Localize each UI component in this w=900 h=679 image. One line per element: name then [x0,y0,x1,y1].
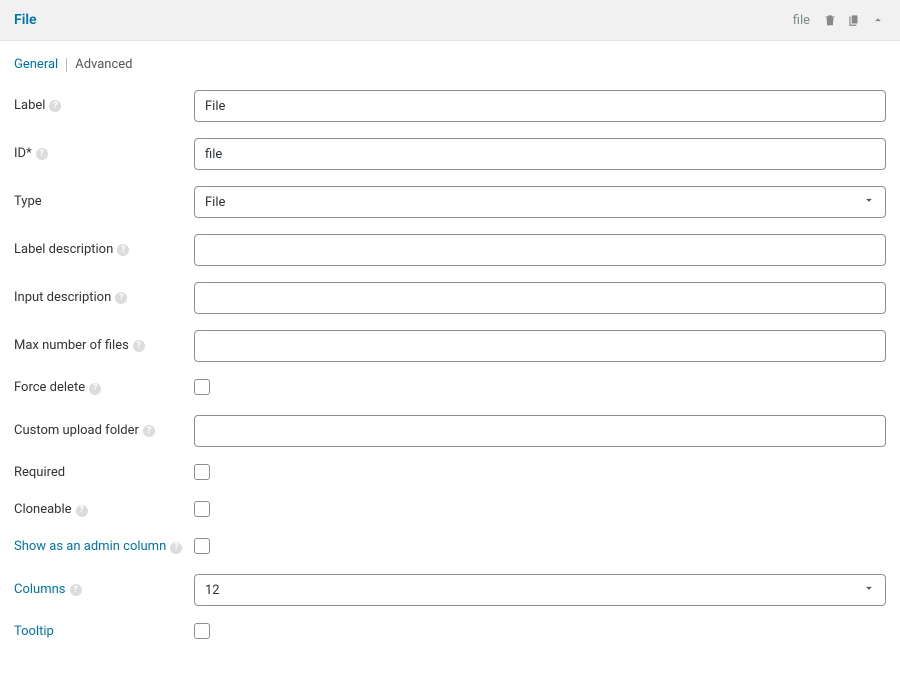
help-icon[interactable]: ? [115,292,127,304]
columns-select-wrapper: 12 [194,574,886,606]
tab-advanced[interactable]: Advanced [75,57,132,72]
label-label-description-text: Label description [14,241,113,259]
label-type: Type [14,193,194,211]
control-id [194,138,886,170]
label-label-description: Label description ? [14,241,194,259]
panel-header: File file [0,0,900,41]
label-columns-text: Columns [14,581,66,599]
cloneable-checkbox[interactable] [194,501,210,517]
control-type: File [194,186,886,218]
row-force-delete: Force delete ? [14,378,886,399]
tab-general[interactable]: General [14,57,58,72]
label-tooltip[interactable]: Tooltip [14,623,194,641]
row-input-description: Input description ? [14,282,886,314]
control-custom-upload [194,415,886,447]
type-select[interactable]: File [194,186,886,218]
control-label [194,90,886,122]
row-custom-upload: Custom upload folder ? [14,415,886,447]
help-icon[interactable]: ? [143,425,155,437]
row-cloneable: Cloneable ? [14,500,886,521]
label-max-files-text: Max number of files [14,337,129,355]
custom-upload-input[interactable] [194,415,886,447]
label-admin-column-text: Show as an admin column [14,538,166,556]
help-icon[interactable]: ? [170,542,182,554]
help-icon[interactable]: ? [76,505,88,517]
control-force-delete [194,378,886,399]
label-label-text: Label [14,97,45,115]
force-delete-checkbox[interactable] [194,379,210,395]
copy-icon[interactable] [846,12,862,28]
control-required [194,463,886,484]
admin-column-checkbox[interactable] [194,538,210,554]
columns-select[interactable]: 12 [194,574,886,606]
panel-title: File [14,12,37,28]
row-admin-column: Show as an admin column ? [14,537,886,558]
label-tooltip-text: Tooltip [14,623,54,641]
label-force-delete: Force delete ? [14,379,194,397]
label-input-description: Input description ? [14,289,194,307]
label-input[interactable] [194,90,886,122]
label-input-description-text: Input description [14,289,111,307]
help-icon[interactable]: ? [89,383,101,395]
label-cloneable: Cloneable ? [14,501,194,519]
label-required-text: Required [14,464,65,482]
control-max-files [194,330,886,362]
row-tooltip: Tooltip [14,622,886,643]
row-id: ID* ? [14,138,886,170]
help-icon[interactable]: ? [133,340,145,352]
panel-actions: file [793,12,886,28]
label-admin-column[interactable]: Show as an admin column ? [14,538,194,556]
control-tooltip [194,622,886,643]
label-label: Label ? [14,97,194,115]
fields-panel: Label ? ID* ? Type File [0,76,900,679]
row-type: Type File [14,186,886,218]
control-columns: 12 [194,574,886,606]
label-custom-upload: Custom upload folder ? [14,422,194,440]
row-required: Required [14,463,886,484]
input-description-input[interactable] [194,282,886,314]
required-checkbox[interactable] [194,464,210,480]
label-type-text: Type [14,193,42,211]
type-select-wrapper: File [194,186,886,218]
tabs: General Advanced [0,41,900,76]
label-required: Required [14,464,194,482]
control-cloneable [194,500,886,521]
collapse-icon[interactable] [870,12,886,28]
label-cloneable-text: Cloneable [14,501,72,519]
id-input[interactable] [194,138,886,170]
label-id-text: ID* [14,145,32,163]
tooltip-checkbox[interactable] [194,623,210,639]
control-admin-column [194,537,886,558]
help-icon[interactable]: ? [117,244,129,256]
control-input-description [194,282,886,314]
panel-type-label: file [793,13,810,28]
row-columns: Columns ? 12 [14,574,886,606]
label-description-input[interactable] [194,234,886,266]
label-max-files: Max number of files ? [14,337,194,355]
tab-divider [66,58,67,72]
help-icon[interactable]: ? [36,148,48,160]
row-label-description: Label description ? [14,234,886,266]
help-icon[interactable]: ? [49,100,61,112]
label-force-delete-text: Force delete [14,379,85,397]
max-files-input[interactable] [194,330,886,362]
row-label: Label ? [14,90,886,122]
control-label-description [194,234,886,266]
row-max-files: Max number of files ? [14,330,886,362]
label-id: ID* ? [14,145,194,163]
help-icon[interactable]: ? [70,584,82,596]
label-custom-upload-text: Custom upload folder [14,422,139,440]
label-columns[interactable]: Columns ? [14,581,194,599]
trash-icon[interactable] [822,12,838,28]
